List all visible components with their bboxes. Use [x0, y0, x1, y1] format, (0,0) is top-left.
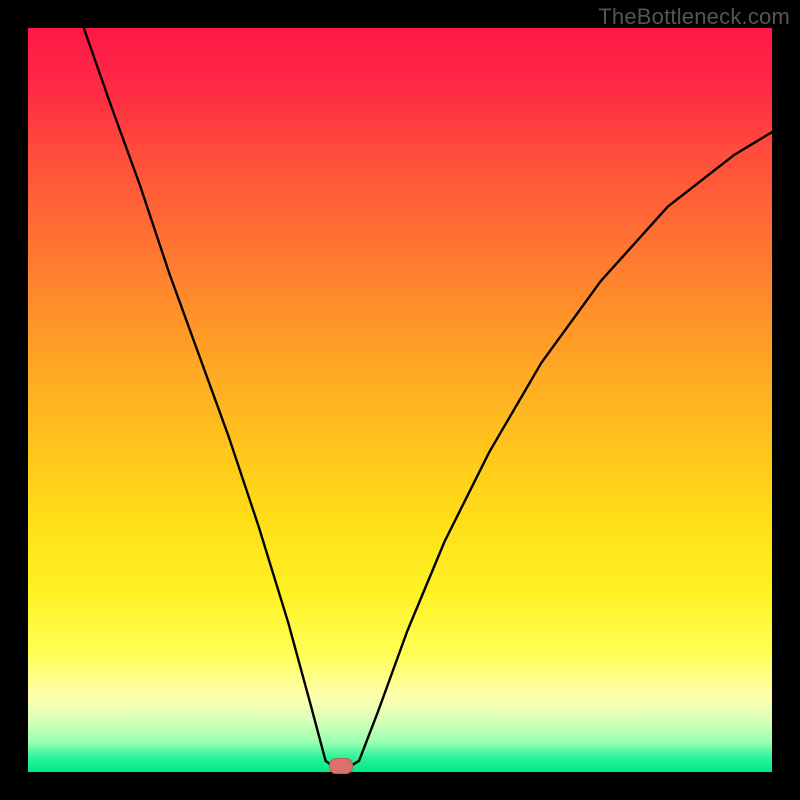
watermark-label: TheBottleneck.com: [598, 4, 790, 30]
optimal-point-marker: [329, 758, 353, 774]
bottleneck-curve: [84, 28, 772, 772]
curve-svg: [28, 28, 772, 772]
chart-frame: TheBottleneck.com: [0, 0, 800, 800]
plot-area: [28, 28, 772, 772]
